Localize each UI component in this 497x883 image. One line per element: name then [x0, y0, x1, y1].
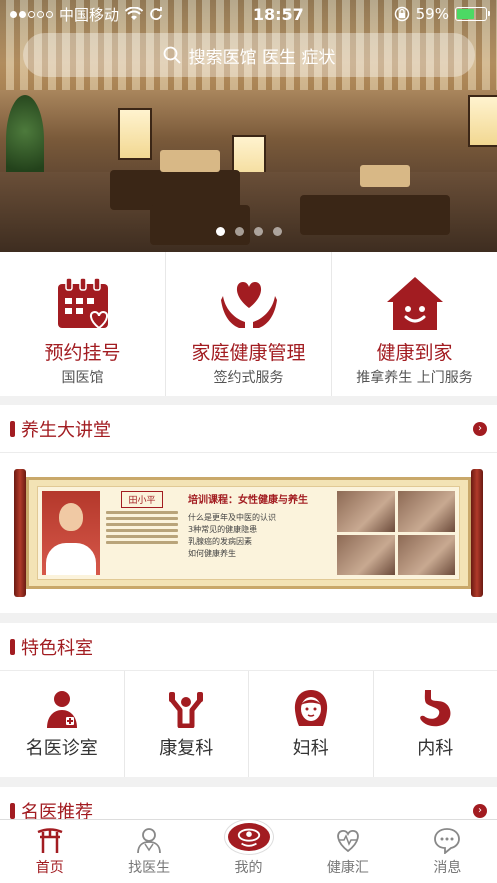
tab-profile[interactable]: 我的 [199, 820, 298, 883]
service-appointment[interactable]: 预约挂号 国医馆 [0, 252, 166, 396]
doctor-bio: 田小平 [106, 491, 178, 575]
service-subtitle: 签约式服务 [213, 370, 284, 386]
wifi-icon [125, 7, 144, 20]
dept-label: 康复科 [159, 738, 214, 759]
signal-icon [10, 10, 53, 18]
carousel-dot[interactable] [253, 227, 263, 236]
home-gate-icon [37, 828, 63, 853]
profile-button[interactable] [224, 820, 273, 854]
house-smile-icon [386, 277, 443, 330]
hands-heart-icon [220, 282, 277, 328]
carrier-label: 中国移动 [59, 5, 120, 24]
tab-label: 首页 [35, 860, 64, 876]
department-grid: 名医诊室 康复科 妇科 内科 [0, 671, 497, 777]
section-title: 特色科室 [21, 637, 93, 659]
course-photo [337, 491, 395, 532]
course-photo [337, 534, 395, 575]
course-item: 如何健康养生 [188, 549, 236, 558]
service-family-health[interactable]: 家庭健康管理 签约式服务 [166, 252, 332, 396]
search-placeholder: 搜索医馆 医生 症状 [188, 47, 336, 68]
dept-label: 内科 [417, 738, 454, 759]
chevron-right-icon[interactable]: › [473, 803, 487, 818]
dept-famous-doctor[interactable]: 名医诊室 [0, 671, 125, 777]
banner-sofa [150, 205, 250, 245]
scroll-paper: 田小平 培训课程：女性健康与养生 什么是更年及中医的认识 3种常见的健康隐患 乳… [26, 477, 471, 589]
message-icon [434, 828, 461, 854]
tab-bar: 首页 找医生 我的 健康汇 消息 [0, 819, 497, 883]
carousel-dot[interactable] [215, 227, 225, 236]
banner-cushion [360, 165, 410, 187]
tab-health-hub[interactable]: 健康汇 [298, 820, 397, 883]
section-accent-bar [10, 638, 15, 655]
lecture-section-header[interactable]: 养生大讲堂 › [0, 405, 497, 453]
rehab-icon [169, 692, 204, 728]
doctor-name: 田小平 [121, 491, 163, 508]
doctor-photo [42, 491, 100, 575]
banner-lamp [468, 95, 497, 147]
profile-icon [237, 828, 260, 847]
course-photo [397, 534, 455, 575]
course-item: 什么是更年及中医的认识 [188, 513, 276, 522]
tab-messages[interactable]: 消息 [398, 820, 497, 883]
tab-label: 健康汇 [326, 860, 369, 876]
course-title: 培训课程：女性健康与养生 [188, 495, 308, 506]
battery-fill [456, 9, 474, 19]
banner-lamp [118, 108, 152, 160]
tab-label: 找医生 [128, 860, 171, 876]
dept-gynecology[interactable]: 妇科 [249, 671, 374, 777]
doctor-outline-icon [137, 828, 162, 854]
doctor-icon [46, 691, 77, 728]
service-subtitle: 推拿养生 上门服务 [356, 370, 473, 386]
service-title: 预约挂号 [44, 342, 121, 364]
battery-percent: 59% [415, 5, 449, 23]
tab-label: 我的 [234, 860, 263, 876]
scroll-rod-right [471, 469, 483, 597]
status-time: 18:57 [252, 4, 304, 24]
carousel-dots [0, 227, 497, 236]
dept-label: 名医诊室 [25, 738, 98, 759]
chevron-right-icon[interactable]: › [473, 421, 487, 436]
dept-internal[interactable]: 内科 [374, 671, 497, 777]
section-accent-bar [10, 802, 15, 819]
search-icon [163, 46, 181, 64]
search-bar[interactable]: 搜索医馆 医生 症状 [23, 33, 475, 77]
woman-icon [294, 690, 327, 726]
banner-sofa [110, 170, 240, 210]
section-title: 养生大讲堂 [21, 419, 111, 441]
scroll-rod-left [14, 469, 26, 597]
stomach-icon [420, 690, 451, 727]
battery-icon [454, 7, 490, 21]
tab-home[interactable]: 首页 [0, 820, 99, 883]
sync-icon [150, 7, 162, 20]
dept-section-header: 特色科室 [0, 623, 497, 671]
status-bar: 中国移动 18:57 59% [0, 0, 497, 28]
service-grid: 预约挂号 国医馆 家庭健康管理 签约式服务 健康到家 推拿养生 上门服务 [0, 252, 497, 396]
service-title: 健康到家 [376, 342, 453, 364]
heart-pulse-icon [337, 830, 359, 853]
section-accent-bar [10, 420, 15, 437]
dept-rehab[interactable]: 康复科 [125, 671, 249, 777]
lecture-banner[interactable]: 田小平 培训课程：女性健康与养生 什么是更年及中医的认识 3种常见的健康隐患 乳… [0, 453, 497, 613]
service-title: 家庭健康管理 [191, 342, 306, 364]
carousel-dot[interactable] [272, 227, 282, 236]
banner-cushion [160, 150, 220, 172]
course-photo [397, 491, 455, 532]
tab-find-doctor[interactable]: 找医生 [99, 820, 198, 883]
service-subtitle: 国医馆 [61, 370, 104, 386]
course-info: 培训课程：女性健康与养生 什么是更年及中医的认识 3种常见的健康隐患 乳腺癌的发… [184, 491, 331, 575]
carousel-dot[interactable] [234, 227, 244, 236]
course-item: 乳腺癌的发病因素 [188, 537, 252, 546]
service-home-care[interactable]: 健康到家 推拿养生 上门服务 [332, 252, 497, 396]
rotation-lock-icon [394, 6, 409, 22]
course-photos [337, 491, 455, 575]
tab-label: 消息 [433, 860, 462, 876]
course-item: 3种常见的健康隐患 [188, 525, 258, 534]
dept-label: 妇科 [292, 738, 329, 759]
calendar-heart-icon [57, 277, 108, 330]
